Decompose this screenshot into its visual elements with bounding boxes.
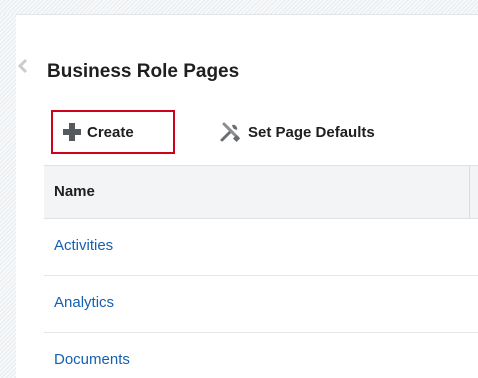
set-page-defaults-label: Set Page Defaults (248, 123, 375, 141)
column-header-name[interactable]: Name (54, 183, 95, 200)
chevron-left-icon[interactable] (17, 58, 29, 74)
table-row[interactable]: Documents (44, 333, 478, 378)
create-button-label: Create (87, 123, 134, 141)
left-pattern-strip (0, 14, 16, 378)
row-link-analytics[interactable]: Analytics (54, 294, 114, 311)
set-page-defaults-button[interactable]: Set Page Defaults (219, 110, 375, 154)
page-title: Business Role Pages (47, 61, 240, 82)
tools-icon (220, 122, 241, 143)
table-row[interactable]: Analytics (44, 276, 478, 333)
row-link-activities[interactable]: Activities (54, 237, 113, 254)
app-window: Business Role Pages Create Set Page Defa… (0, 0, 478, 378)
table-header: Name (44, 165, 478, 219)
pages-table: Name Activities Analytics Documents (44, 165, 478, 378)
plus-icon (63, 123, 81, 141)
row-link-documents[interactable]: Documents (54, 351, 130, 368)
toolbar: Create Set Page Defaults (44, 104, 478, 160)
top-pattern-strip (0, 0, 478, 15)
column-divider (469, 166, 470, 218)
create-button[interactable]: Create (51, 110, 175, 154)
table-row[interactable]: Activities (44, 219, 478, 276)
